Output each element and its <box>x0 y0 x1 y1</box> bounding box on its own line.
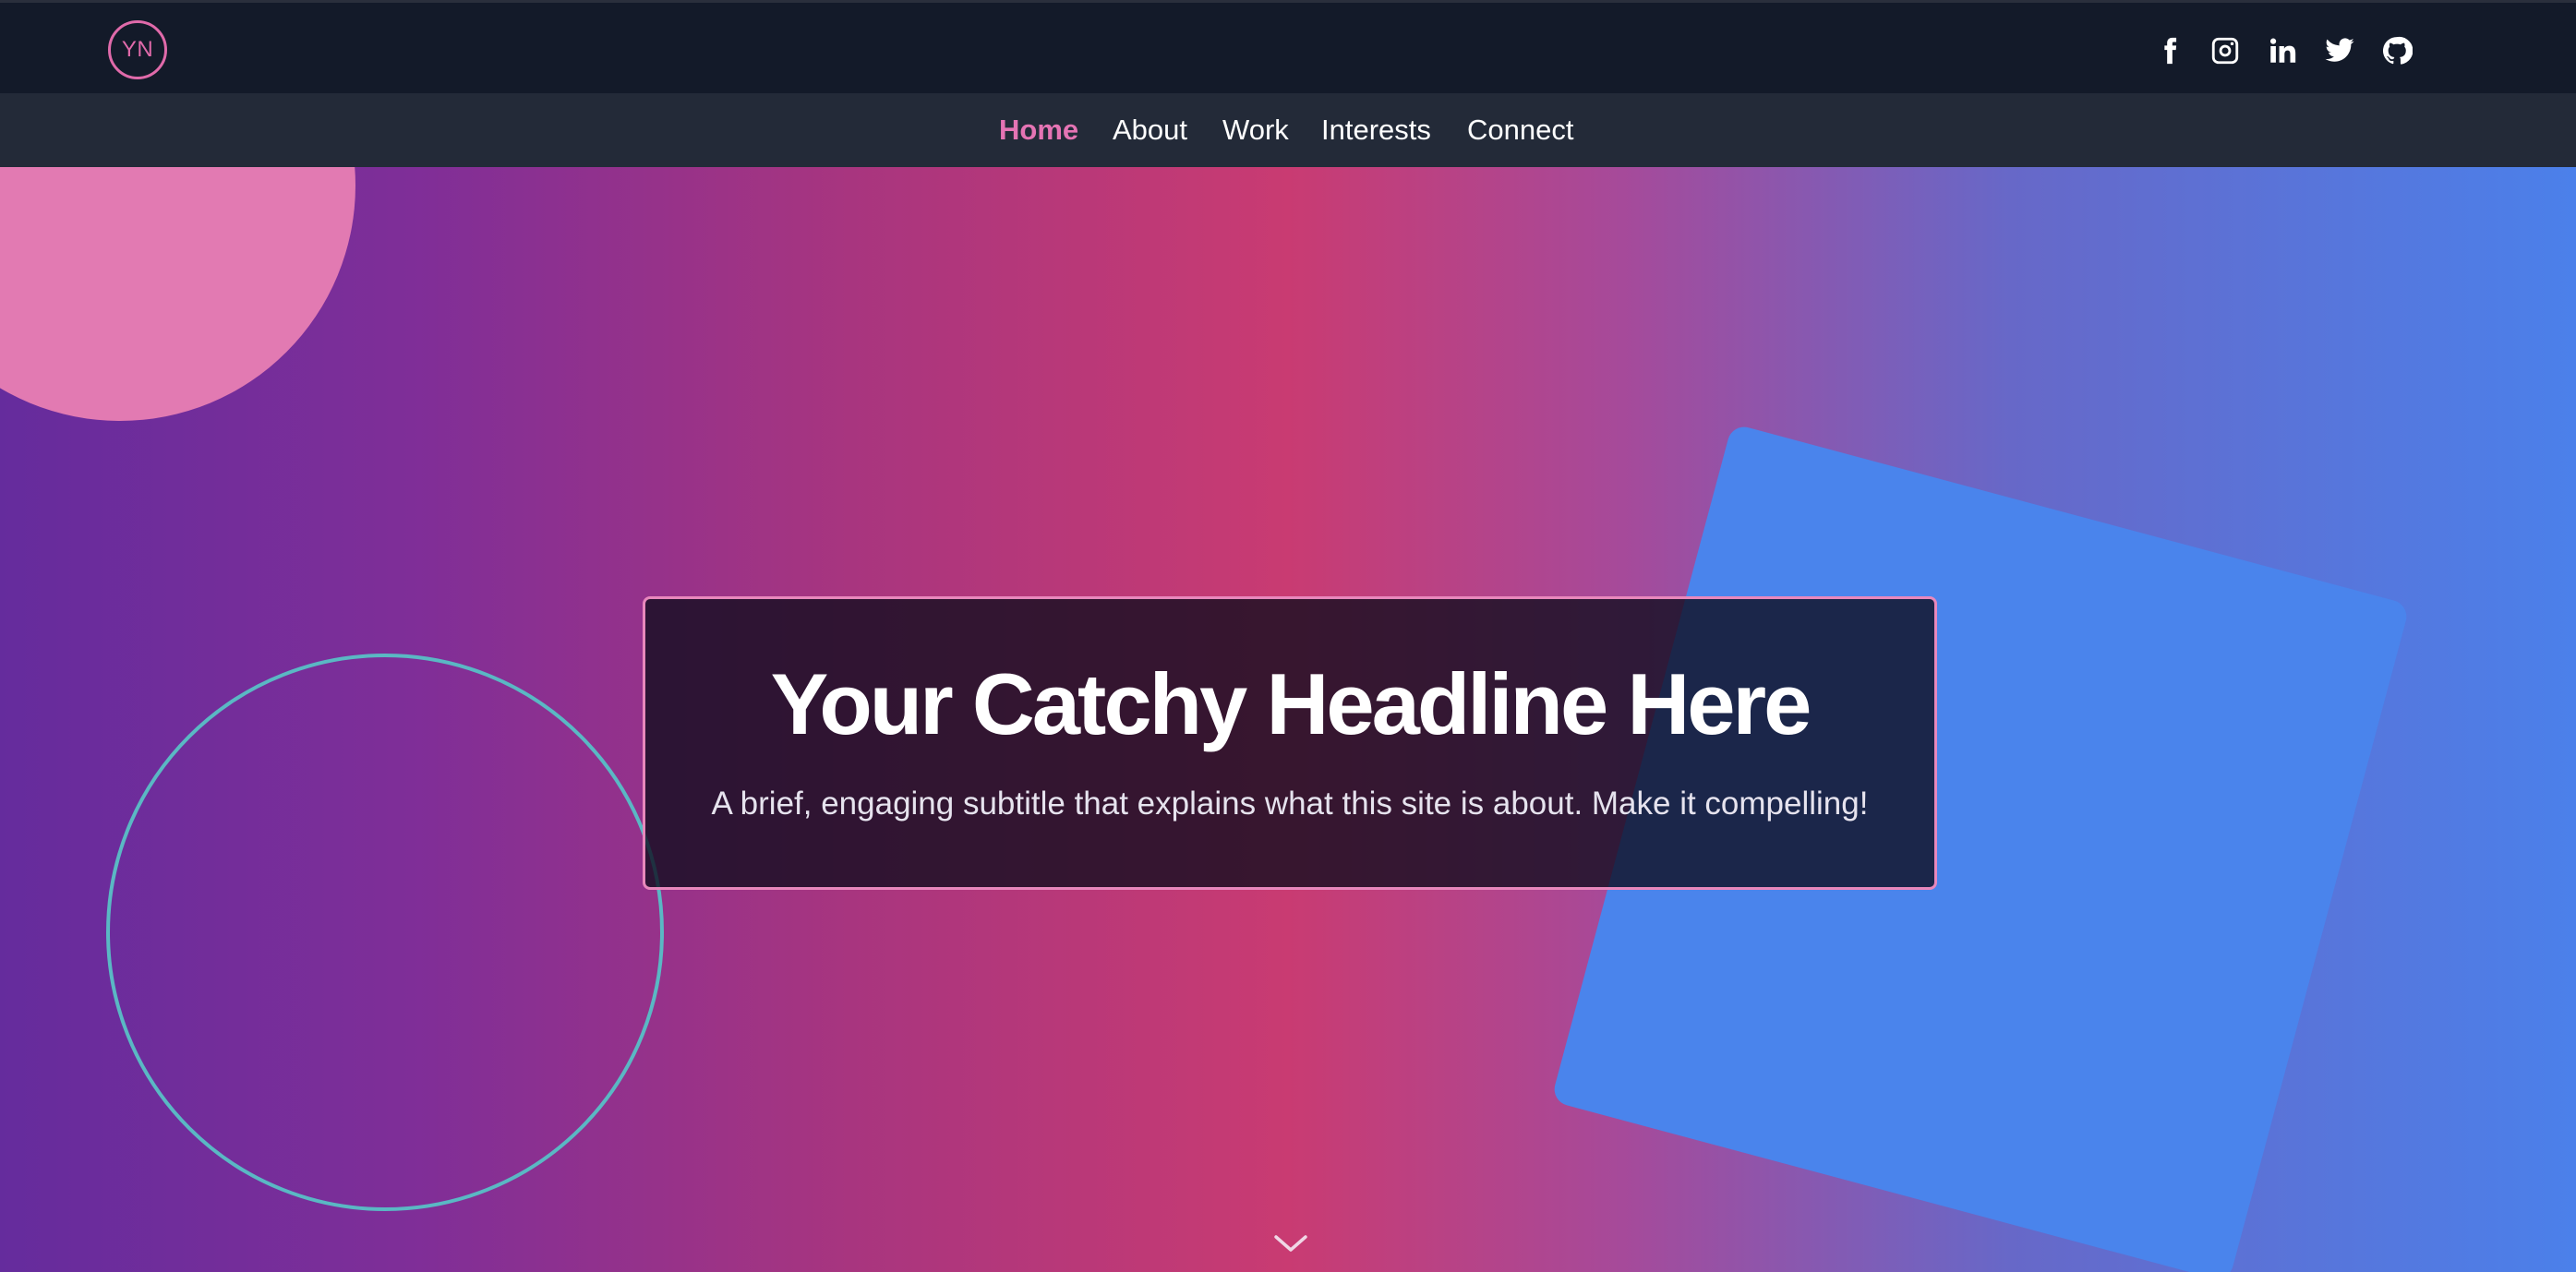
nav-connect[interactable]: Connect <box>1467 110 1573 150</box>
instagram-icon <box>2211 37 2239 65</box>
facebook-icon <box>2164 37 2177 65</box>
nav-interests[interactable]: Interests <box>1321 110 1431 150</box>
instagram-link[interactable] <box>2205 30 2245 71</box>
hero-card: Your Catchy Headline Here A brief, engag… <box>643 596 1937 890</box>
logo-badge[interactable]: YN <box>108 20 167 79</box>
main-nav: Home About Work Interests Connect <box>0 93 2576 167</box>
nav-work[interactable]: Work <box>1222 110 1289 150</box>
decorative-teal-ring <box>106 654 664 1211</box>
nav-about[interactable]: About <box>1113 110 1187 150</box>
chevron-down-icon[interactable] <box>1270 1229 1311 1256</box>
top-header: YN <box>0 0 2576 93</box>
twitter-link[interactable] <box>2319 30 2360 71</box>
linkedin-icon <box>2269 38 2296 63</box>
nav-home[interactable]: Home <box>999 110 1078 150</box>
decorative-pink-circle <box>0 167 355 421</box>
linkedin-link[interactable] <box>2262 30 2303 71</box>
github-icon <box>2382 36 2413 65</box>
twitter-icon <box>2325 38 2354 62</box>
hero-title: Your Catchy Headline Here <box>770 655 1812 752</box>
logo-text: YN <box>121 37 154 62</box>
facebook-link[interactable] <box>2149 30 2190 71</box>
hero-section: Your Catchy Headline Here A brief, engag… <box>0 167 2576 1272</box>
hero-subtitle: A brief, engaging subtitle that explains… <box>711 786 1869 822</box>
github-link[interactable] <box>2377 30 2417 71</box>
